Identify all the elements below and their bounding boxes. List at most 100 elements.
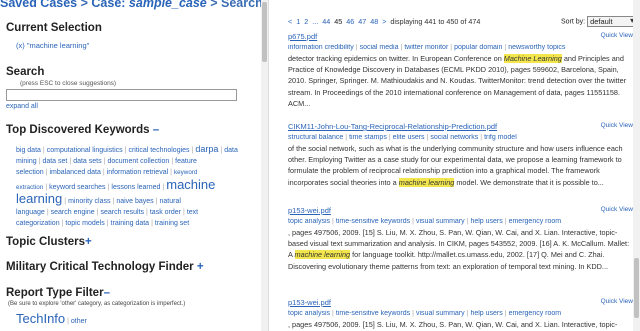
breadcrumb-saved-cases[interactable]: Saved Cases: [0, 0, 77, 10]
results-scrollbar-thumb[interactable]: [634, 258, 639, 318]
keyword-separator: |: [64, 197, 67, 205]
keyword-tag[interactable]: computational linguistics: [47, 147, 123, 154]
quick-view-link[interactable]: Quick View: [601, 298, 633, 305]
current-selection-heading: Current Selection: [6, 22, 102, 34]
keyword-separator: |: [466, 218, 469, 225]
keywords-collapse-toggle[interactable]: –: [153, 124, 159, 136]
keyword-separator: |: [69, 158, 72, 166]
report-type-techinfo[interactable]: TechInfo: [16, 311, 65, 326]
result-keyword-link[interactable]: elite users: [393, 134, 425, 141]
keyword-separator: |: [107, 183, 110, 191]
keyword-tag[interactable]: training data: [111, 220, 150, 227]
report-type-collapse-toggle[interactable]: –: [104, 287, 110, 299]
sort-label: Sort by:: [561, 18, 586, 26]
pager-link[interactable]: 44: [322, 17, 330, 26]
keyword-separator: |: [355, 44, 358, 51]
result-keyword-link[interactable]: topic analysis: [288, 218, 330, 225]
result-keyword-link[interactable]: emergency room: [509, 310, 562, 317]
keyword-separator: |: [332, 310, 334, 317]
result-keyword-link[interactable]: help users: [470, 310, 502, 317]
quick-view-link[interactable]: Quick View: [601, 122, 633, 129]
result-keyword-link[interactable]: topic analysis: [288, 310, 330, 317]
pager-link[interactable]: 47: [358, 17, 366, 26]
pager-link[interactable]: 48: [370, 17, 378, 26]
pager-link[interactable]: 2: [304, 17, 308, 26]
keyword-tag[interactable]: naive bayes: [116, 198, 153, 205]
keyword-tag[interactable]: lessons learned: [111, 184, 160, 191]
current-selection-item[interactable]: (x) "machine learning": [16, 41, 89, 50]
breadcrumb-case-label: Case:: [91, 0, 129, 10]
keyword-separator: |: [450, 44, 453, 51]
keyword-separator: |: [151, 220, 153, 228]
keyword-tag[interactable]: document collection: [107, 158, 169, 165]
keyword-separator: |: [400, 44, 403, 51]
keyword-separator: |: [61, 220, 64, 228]
breadcrumb-case[interactable]: Case: sample_case: [91, 0, 206, 10]
results-panel: <1 2... 44 45 46 47 48 > displaying 441 to 450 o…: [280, 0, 640, 331]
result-keyword-link[interactable]: information credibility: [288, 44, 354, 51]
keyword-tag[interactable]: information retrieval: [107, 169, 168, 176]
quick-view-link[interactable]: Quick View: [601, 32, 633, 39]
result-keyword-link[interactable]: newsworthy topics: [508, 44, 565, 51]
keywords-heading-label: Top Discovered Keywords: [6, 124, 150, 136]
keyword-separator: |: [191, 147, 194, 154]
keyword-tag[interactable]: topic models: [65, 220, 104, 227]
keyword-separator: |: [103, 158, 106, 166]
result-keyword-link[interactable]: twitter monitor: [404, 44, 448, 51]
quick-view-link[interactable]: Quick View: [601, 206, 633, 213]
search-heading: Search: [6, 66, 45, 78]
pager-link[interactable]: <: [288, 17, 292, 26]
result-keyword-link[interactable]: time stamps: [349, 134, 387, 141]
result-keyword-link[interactable]: time-sensitive keywords: [336, 310, 410, 317]
result-title-link[interactable]: p675.pdf: [288, 32, 635, 41]
result-keyword-link[interactable]: trifg model: [484, 134, 517, 141]
keyword-separator: |: [46, 209, 49, 217]
result-keyword-link[interactable]: social networks: [430, 134, 478, 141]
result-keyword-link[interactable]: visual summary: [416, 310, 465, 317]
result-keyword-link[interactable]: structural balance: [288, 134, 343, 141]
result-keyword-link[interactable]: popular domain: [454, 44, 502, 51]
topic-clusters-label: Topic Clusters: [6, 236, 86, 248]
keyword-tag[interactable]: minority class: [68, 198, 110, 205]
result-keyword-link[interactable]: time-sensitive keywords: [336, 218, 410, 225]
result-title-link[interactable]: p153-wei.pdf: [288, 206, 635, 215]
topic-clusters-expand-toggle[interactable]: +: [85, 236, 92, 248]
keyword-tag[interactable]: data set: [42, 158, 67, 165]
result-title-link[interactable]: p153-wei.pdf: [288, 298, 635, 307]
keyword-separator: |: [332, 218, 334, 225]
search-input[interactable]: [6, 89, 237, 101]
result-keyword-link[interactable]: visual summary: [416, 218, 465, 225]
keyword-separator: |: [220, 147, 223, 154]
result-keyword-link[interactable]: help users: [470, 218, 502, 225]
result-title-link[interactable]: CIKM11-John-Lou-Tang-Reciprocal-Relation…: [288, 122, 635, 131]
pager-link[interactable]: 1: [296, 17, 300, 26]
keyword-tag[interactable]: search engine: [51, 209, 95, 216]
results-scrollbar[interactable]: [633, 0, 640, 331]
expand-all-link[interactable]: expand all: [6, 103, 38, 110]
keyword-separator: |: [124, 147, 127, 154]
mctf-expand-toggle[interactable]: +: [197, 261, 204, 273]
pager-link[interactable]: 46: [346, 17, 354, 26]
left-scrollbar[interactable]: [261, 0, 268, 331]
keyword-separator: |: [480, 134, 483, 141]
result-keyword-link[interactable]: emergency room: [509, 218, 562, 225]
keyword-tag[interactable]: data sets: [73, 158, 101, 165]
keyword-tag[interactable]: imbalanced data: [49, 169, 100, 176]
keyword-tag[interactable]: darpa: [195, 144, 218, 154]
pager-link[interactable]: >: [382, 17, 386, 26]
keyword-tag[interactable]: keyword searches: [49, 184, 105, 191]
left-scrollbar-thumb[interactable]: [262, 2, 267, 62]
keyword-separator: |: [412, 310, 414, 317]
keyword-cloud: big data | computational linguistics | criti…: [16, 144, 238, 229]
report-type-note: (Be sure to explore 'other' category, as…: [8, 301, 186, 307]
keyword-tag[interactable]: search results: [100, 209, 144, 216]
keyword-separator: |: [388, 134, 391, 141]
keyword-tag[interactable]: task order: [150, 209, 181, 216]
keyword-tag[interactable]: training set: [155, 220, 189, 227]
report-type-other[interactable]: other: [71, 318, 87, 325]
sort-select[interactable]: default: [587, 16, 638, 27]
keyword-tag[interactable]: big data: [16, 147, 41, 154]
sort-control: Sort by: default: [561, 16, 638, 27]
result-keyword-link[interactable]: social media: [360, 44, 399, 51]
keyword-tag[interactable]: critical technologies: [128, 147, 189, 154]
